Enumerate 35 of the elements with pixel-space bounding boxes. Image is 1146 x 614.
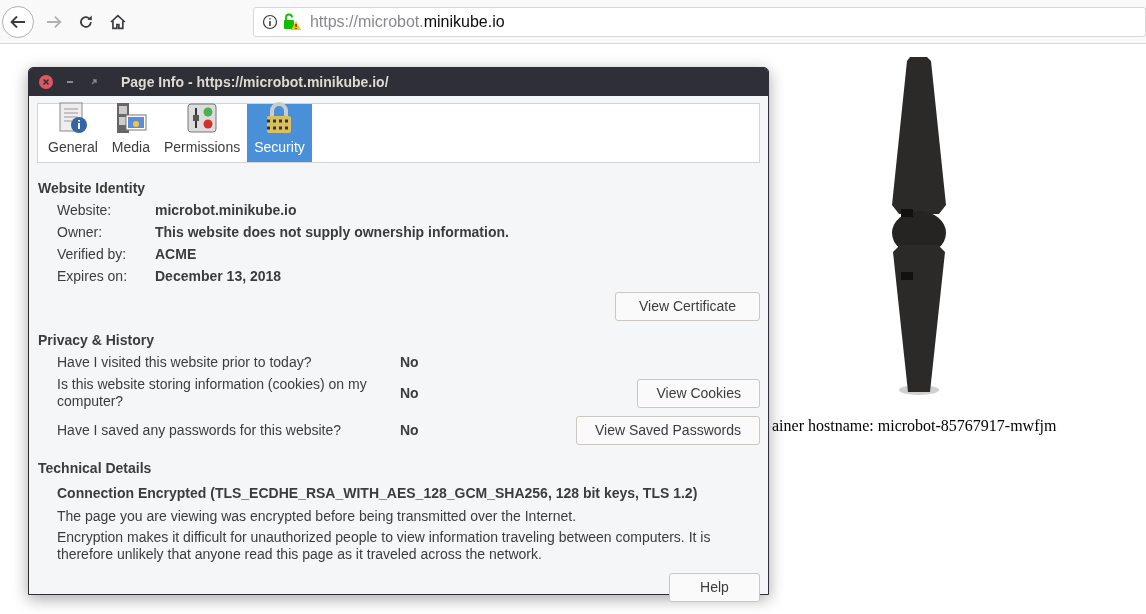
question-text: Have I visited this website prior to today?	[57, 353, 313, 371]
hostname-text: ainer hostname: microbot-85767917-mwfjm	[772, 416, 1057, 437]
answer-text: No	[400, 421, 420, 440]
field-label: Owner:	[57, 222, 104, 242]
button[interactable]: View Saved Passwords	[575, 416, 760, 445]
tab[interactable]: Media	[104, 104, 157, 162]
section-heading: Technical Details	[38, 459, 153, 478]
section-heading: Privacy & History	[38, 331, 155, 350]
field-label: Verified by:	[57, 244, 128, 264]
field-label: Expires on:	[57, 266, 129, 286]
info-icon[interactable]	[261, 13, 278, 30]
window-title: Page Info - https://microbot.minikube.io/	[121, 72, 389, 92]
section-heading: Website Identity	[38, 179, 147, 198]
question-text: Have I saved any passwords for this website?	[57, 422, 343, 439]
tab[interactable]: General	[41, 104, 105, 162]
back-button[interactable]	[2, 5, 34, 38]
home-icon[interactable]	[109, 12, 127, 31]
field-value: microbot.minikube.io	[155, 200, 297, 220]
answer-text: No	[400, 383, 420, 403]
tab[interactable]: Permissions	[156, 104, 248, 162]
field-value: This website does not supply ownership information.	[155, 222, 509, 242]
answer-text: No	[400, 352, 420, 372]
connection-status: Connection Encrypted (TLS_ECDHE_RSA_WITH_AES_128_GCM_SHA256, 128 bit keys, TLS 1.2)	[57, 484, 698, 503]
close-icon[interactable]	[39, 75, 53, 89]
field-value: December 13, 2018	[155, 266, 282, 286]
button[interactable]: View Cookies	[637, 378, 760, 408]
description-text: The page you are viewing was encrypted before being transmitted over the Internet.	[56, 508, 578, 525]
button[interactable]: Help	[669, 573, 760, 602]
description-text: Encryption makes it difficult for unauthorized people to view information traveling between computers. It is therefore unlikely that anyone read this page as it traveled across the network.	[56, 529, 712, 563]
address-bar[interactable]: https://microbot.minikube.io	[252, 6, 1146, 37]
url-text[interactable]: https://microbot.minikube.io	[309, 9, 505, 34]
field-value: ACME	[155, 244, 197, 264]
question-text: Is this website storing information (cookies) on my computer?	[57, 376, 368, 410]
field-label: Website:	[57, 200, 113, 220]
button[interactable]: View Certificate	[615, 292, 760, 321]
